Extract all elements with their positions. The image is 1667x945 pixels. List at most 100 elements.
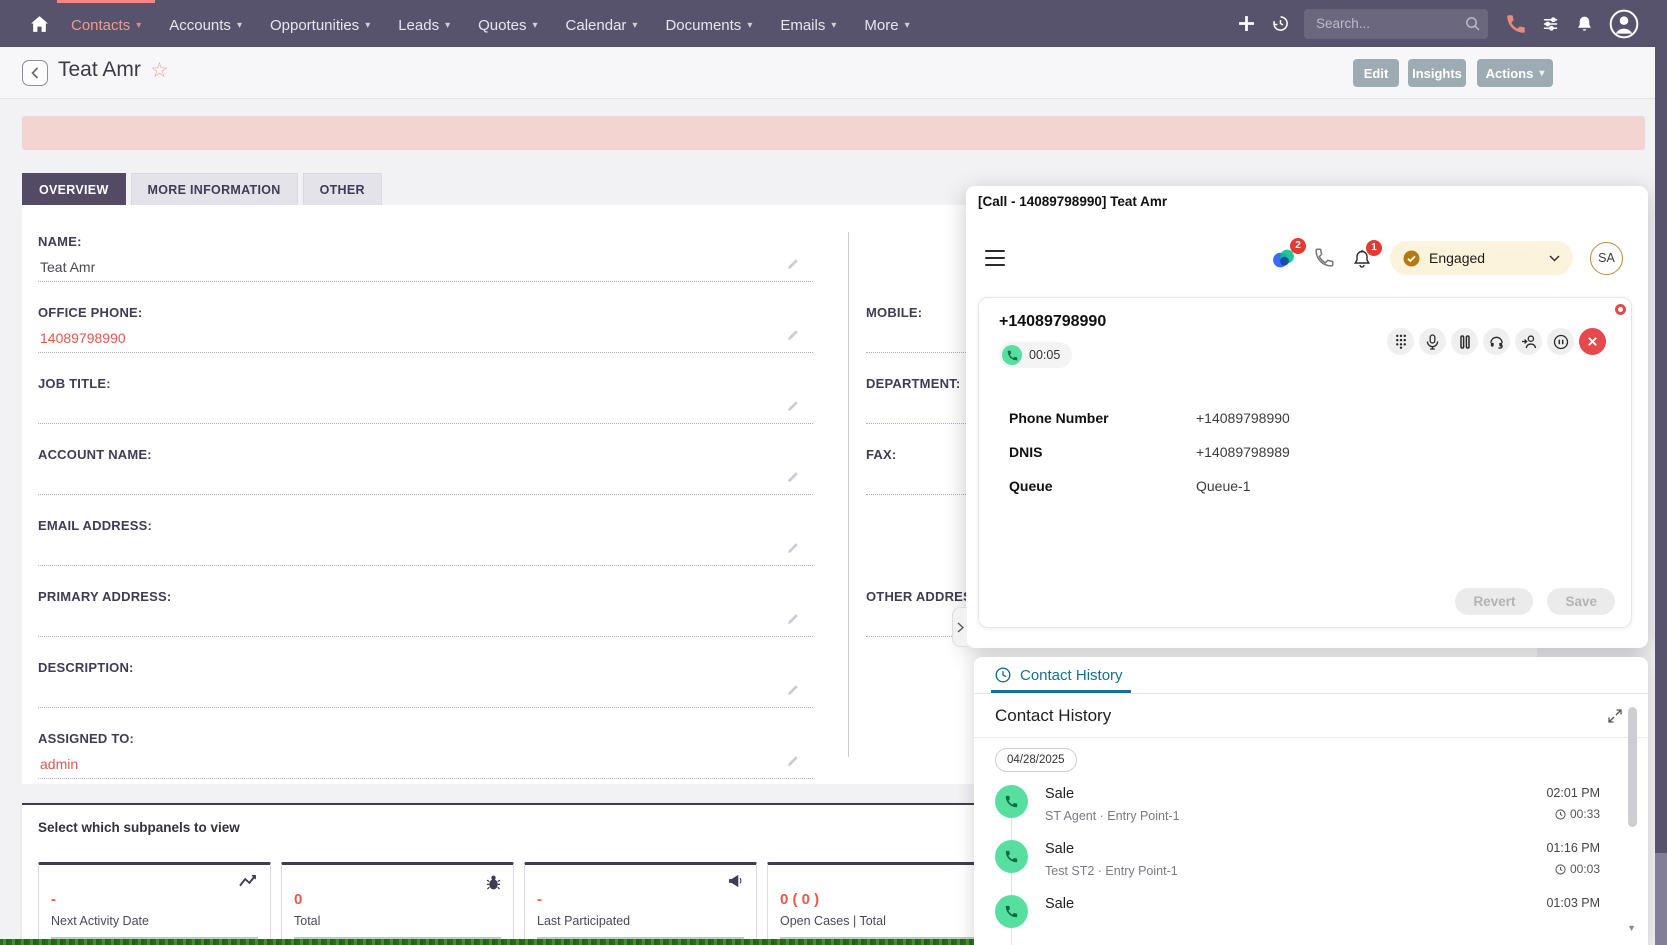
favorite-star-icon[interactable]: ☆ <box>150 58 169 83</box>
detail-row-phone-number: Phone Number +14089798990 <box>1009 410 1611 426</box>
widget-bell-icon[interactable]: 1 <box>1352 248 1372 269</box>
revert-button[interactable]: Revert <box>1455 588 1533 615</box>
tab-contact-history[interactable]: Contact History <box>995 657 1123 693</box>
caret-down-icon: ▾ <box>237 20 242 31</box>
field-label: DESCRIPTION: <box>38 658 813 676</box>
nav-item-more[interactable]: More▾ <box>850 0 923 47</box>
history-item[interactable]: Sale Test ST2 · Entry Point-1 01:16 PM 0… <box>995 840 1648 895</box>
subpanel-card-open-cases[interactable]: 0 ( 0 ) Open Cases | Total <box>767 862 1000 945</box>
edit-pencil-icon[interactable] <box>786 542 799 555</box>
edit-pencil-icon[interactable] <box>786 684 799 697</box>
record-tabs: OVERVIEW MORE INFORMATION OTHER <box>22 173 382 205</box>
actions-label: Actions <box>1486 66 1534 81</box>
settings-sliders-icon[interactable] <box>1542 16 1559 32</box>
save-button[interactable]: Save <box>1547 588 1615 615</box>
nav-label: Opportunities <box>270 17 359 34</box>
webex-app-icon[interactable]: 2 <box>1271 246 1296 271</box>
caret-down-icon: ▾ <box>632 20 637 31</box>
nav-item-calendar[interactable]: Calendar▾ <box>552 0 652 47</box>
call-phone-icon <box>995 840 1028 873</box>
user-avatar-icon[interactable] <box>1608 8 1640 40</box>
history-item[interactable]: Sale 01:03 PM <box>995 895 1648 945</box>
transfer-person-icon[interactable] <box>1515 328 1542 355</box>
tab-overview[interactable]: OVERVIEW <box>22 173 126 205</box>
page-scrollbar-track[interactable] <box>1655 0 1667 945</box>
quick-create-icon[interactable] <box>1238 15 1255 32</box>
field-office-phone: OFFICE PHONE: 14089798990 <box>38 303 813 374</box>
subpanel-card-total[interactable]: 0 Total <box>281 862 514 945</box>
caret-down-icon: ▾ <box>533 20 538 31</box>
agent-status-dropdown[interactable]: Engaged <box>1390 241 1573 275</box>
edit-pencil-icon[interactable] <box>786 613 799 626</box>
actions-button[interactable]: Actions▾ <box>1477 59 1553 87</box>
recently-viewed-icon[interactable] <box>1271 14 1290 33</box>
scroll-down-arrow-icon[interactable]: ▼ <box>1627 923 1636 933</box>
clock-icon <box>1555 809 1566 820</box>
edit-pencil-icon[interactable] <box>786 258 799 271</box>
home-icon[interactable] <box>30 15 49 33</box>
hamburger-menu-icon[interactable] <box>985 250 1005 266</box>
history-item-main: Sale Test ST2 · Entry Point-1 <box>1045 840 1546 895</box>
nav-item-documents[interactable]: Documents▾ <box>651 0 766 47</box>
chevron-down-icon <box>1549 255 1560 262</box>
call-widget-toolbar: 2 1 Engaged SA <box>985 240 1623 276</box>
notifications-bell-icon[interactable] <box>1576 15 1593 33</box>
field-account-name: ACCOUNT NAME: <box>38 445 813 516</box>
edit-pencil-icon[interactable] <box>786 400 799 413</box>
history-item-subtitle: ST Agent · Entry Point-1 <box>1045 809 1546 823</box>
detail-value: +14089798989 <box>1196 444 1290 460</box>
nav-item-quotes[interactable]: Quotes ▾ <box>464 0 551 47</box>
assigned-to-link[interactable]: admin <box>38 751 813 779</box>
history-title: Contact History <box>995 706 1608 726</box>
history-item-time: 02:01 PM <box>1546 786 1600 800</box>
card-value: 0 <box>294 891 501 908</box>
back-button[interactable] <box>22 60 48 86</box>
field-label: OFFICE PHONE: <box>38 303 813 321</box>
card-value: 0 ( 0 ) <box>780 891 987 908</box>
expand-icon[interactable] <box>1608 709 1622 723</box>
nav-item-accounts[interactable]: Accounts▾ <box>155 0 256 47</box>
insights-button[interactable]: Insights <box>1408 59 1466 87</box>
call-timer: 00:05 <box>999 342 1072 368</box>
office-phone-link[interactable]: 14089798990 <box>38 325 813 353</box>
agent-avatar[interactable]: SA <box>1590 242 1623 275</box>
hold-record-circle-icon[interactable] <box>1547 328 1574 355</box>
edit-pencil-icon[interactable] <box>786 329 799 342</box>
keypad-icon[interactable] <box>1387 328 1414 355</box>
detail-label: Phone Number <box>1009 410 1196 426</box>
phone-dialer-icon[interactable] <box>1506 14 1526 34</box>
search-icon[interactable] <box>1465 16 1480 31</box>
nav-item-contacts[interactable]: Contacts▾ <box>57 0 155 47</box>
end-call-icon[interactable] <box>1579 328 1606 355</box>
call-handset-icon[interactable] <box>1314 248 1334 268</box>
history-header: Contact History <box>974 694 1648 738</box>
edit-button[interactable]: Edit <box>1353 59 1399 87</box>
history-list: Sale ST Agent · Entry Point-1 02:01 PM 0… <box>995 785 1648 945</box>
alert-bar <box>22 116 1645 150</box>
subpanel-card-last-participated[interactable]: - Last Participated <box>524 862 757 945</box>
page-scrollbar-thumb[interactable] <box>1655 0 1667 853</box>
card-label: Total <box>294 914 501 928</box>
megaphone-icon <box>727 874 744 888</box>
edit-pencil-icon[interactable] <box>786 755 799 768</box>
history-scrollbar-thumb[interactable] <box>1628 707 1637 827</box>
consult-headset-icon[interactable] <box>1483 328 1510 355</box>
search-input[interactable] <box>1304 9 1488 39</box>
status-check-icon <box>1403 250 1420 267</box>
tab-more-information[interactable]: MORE INFORMATION <box>131 173 298 205</box>
history-item-time: 01:03 PM <box>1546 896 1600 910</box>
edit-pencil-icon[interactable] <box>786 471 799 484</box>
nav-label: Quotes <box>478 17 526 34</box>
pause-icon[interactable] <box>1451 328 1478 355</box>
history-item-title: Sale <box>1045 841 1546 857</box>
record-mic-icon[interactable] <box>1419 328 1446 355</box>
nav-item-opportunities[interactable]: Opportunities▾ <box>256 0 384 47</box>
nav-item-emails[interactable]: Emails▾ <box>766 0 850 47</box>
history-item[interactable]: Sale ST Agent · Entry Point-1 02:01 PM 0… <box>995 785 1648 840</box>
widget-collapse-handle[interactable] <box>952 607 967 647</box>
tab-other[interactable]: OTHER <box>303 173 382 205</box>
nav-item-leads[interactable]: Leads▾ <box>384 0 464 47</box>
card-value: - <box>537 891 744 908</box>
subpanel-card-activities[interactable]: - Next Activity Date <box>38 862 271 945</box>
field-value <box>38 609 813 637</box>
